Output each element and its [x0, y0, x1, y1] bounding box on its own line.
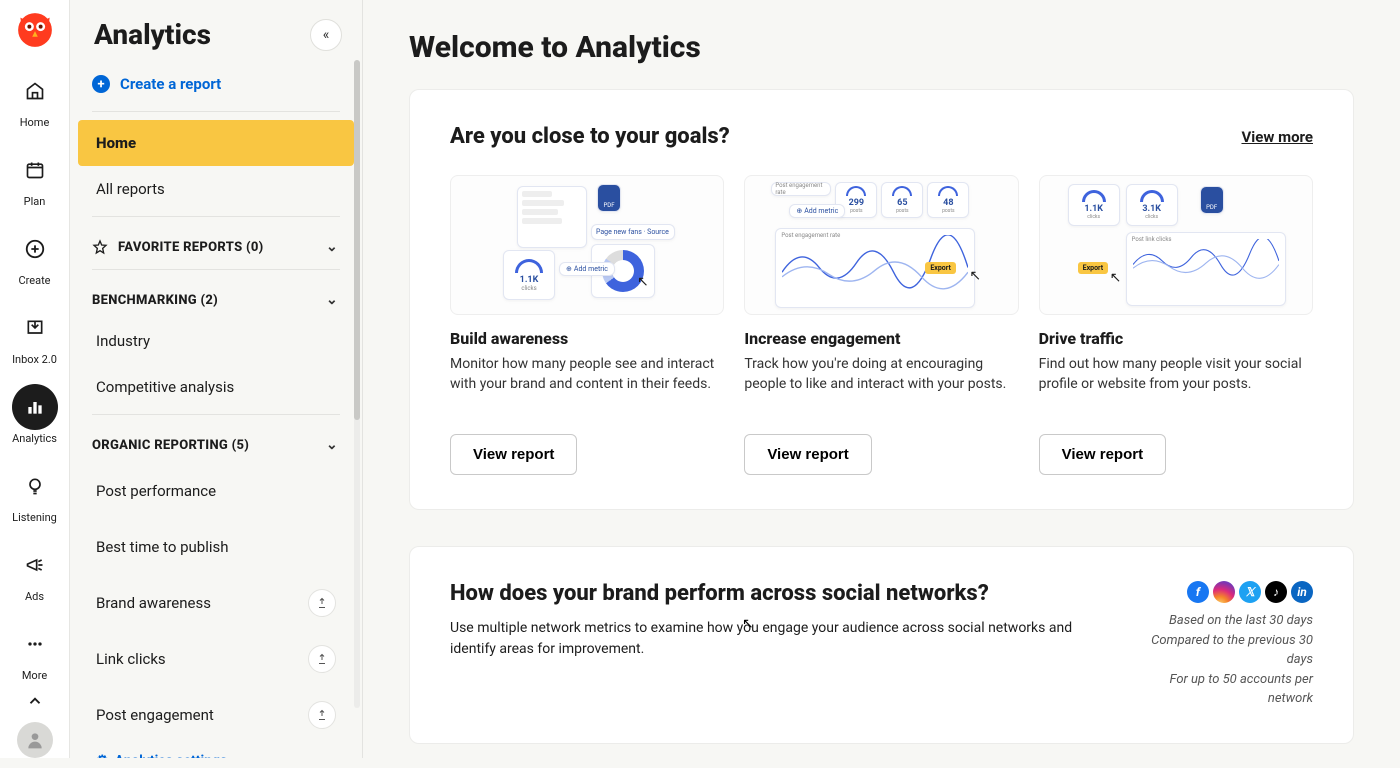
- sidebar-item-post-performance[interactable]: Post performance📌: [78, 463, 354, 519]
- megaphone-icon: [12, 542, 58, 588]
- card-title: Increase engagement: [744, 329, 1018, 348]
- gnav-label: Home: [20, 116, 50, 129]
- goals-heading: Are you close to your goals?: [450, 124, 730, 149]
- star-icon: [92, 239, 108, 255]
- calendar-icon: [12, 147, 58, 193]
- goal-card-traffic: 1.1Kclicks 3.1Kclicks PDF Post link clic…: [1039, 175, 1313, 475]
- meta-line: Compared to the previous 30 days: [1123, 631, 1313, 670]
- sidebar-item-post-engagement[interactable]: Post engagement: [78, 687, 354, 743]
- gnav-label: Listening: [12, 511, 57, 524]
- logo-owl[interactable]: [17, 12, 53, 48]
- home-icon: [12, 68, 58, 114]
- analytics-settings-link[interactable]: ⚙ Analytics settings: [78, 743, 354, 758]
- section-favorite-reports[interactable]: FAVORITE REPORTS (0) ⌄: [78, 225, 354, 265]
- card-desc: Track how you're doing at encouraging pe…: [744, 354, 1018, 422]
- gnav-home[interactable]: Home: [0, 60, 69, 139]
- create-report-label: Create a report: [120, 75, 221, 93]
- sidebar-item-competitive-analysis[interactable]: Competitive analysis: [78, 364, 354, 410]
- bulb-icon: [12, 463, 58, 509]
- gnav-label: Plan: [24, 195, 46, 208]
- analytics-sidebar: Analytics « + Create a report Home All r…: [70, 0, 363, 758]
- view-report-button[interactable]: View report: [1039, 434, 1166, 475]
- chevron-down-icon: ⌄: [326, 437, 338, 453]
- linkedin-icon: in: [1291, 581, 1313, 603]
- card-illustration: PDF Page new fans · Source 1.1Kclicks ⊕ …: [450, 175, 724, 315]
- pin-icon[interactable]: [308, 645, 336, 673]
- scrollbar-track[interactable]: [354, 60, 360, 708]
- create-report-button[interactable]: + Create a report: [78, 61, 354, 107]
- chevron-down-icon: ⌄: [326, 239, 338, 255]
- chevron-up-icon[interactable]: [26, 692, 44, 714]
- sidebar-item-brand-awareness[interactable]: Brand awareness: [78, 575, 354, 631]
- card-illustration: Post engagement rate 299posts 65posts 48…: [744, 175, 1018, 315]
- sidebar-title: Analytics: [94, 18, 211, 51]
- gnav-analytics[interactable]: Analytics: [0, 376, 69, 455]
- page-title: Welcome to Analytics: [409, 30, 1354, 65]
- meta-line: For up to 50 accounts per network: [1123, 670, 1313, 709]
- card-illustration: 1.1Kclicks 3.1Kclicks PDF Post link clic…: [1039, 175, 1313, 315]
- plus-icon: +: [92, 75, 110, 93]
- gear-icon: ⚙: [96, 753, 109, 758]
- view-report-button[interactable]: View report: [450, 434, 577, 475]
- sidebar-item-industry[interactable]: Industry: [78, 318, 354, 364]
- goal-card-engagement: Post engagement rate 299posts 65posts 48…: [744, 175, 1018, 475]
- scrollbar-thumb[interactable]: [354, 60, 360, 420]
- gnav-plan[interactable]: Plan: [0, 139, 69, 218]
- dots-icon: [12, 621, 58, 667]
- cursor-icon: ↖: [1110, 270, 1122, 286]
- sidebar-item-all-reports[interactable]: All reports: [78, 166, 354, 212]
- inbox-icon: [12, 305, 58, 351]
- view-report-button[interactable]: View report: [744, 434, 871, 475]
- gnav-label: More: [22, 669, 47, 682]
- twitter-icon: 𝕏: [1239, 581, 1261, 603]
- sidebar-item-link-clicks[interactable]: Link clicks: [78, 631, 354, 687]
- gnav-ads[interactable]: Ads: [0, 534, 69, 613]
- view-more-link[interactable]: View more: [1241, 128, 1313, 146]
- gnav-listening[interactable]: Listening: [0, 455, 69, 534]
- gnav-more[interactable]: More: [0, 613, 69, 692]
- collapse-sidebar-button[interactable]: «: [310, 19, 342, 51]
- brand-desc: Use multiple network metrics to examine …: [450, 618, 1083, 660]
- gnav-inbox[interactable]: Inbox 2.0: [0, 297, 69, 376]
- goals-panel: Are you close to your goals? View more P…: [409, 89, 1354, 510]
- meta-line: Based on the last 30 days: [1123, 611, 1313, 631]
- pin-icon[interactable]: [308, 701, 336, 729]
- chart-bar-icon: [12, 384, 58, 430]
- goal-card-awareness: PDF Page new fans · Source 1.1Kclicks ⊕ …: [450, 175, 724, 475]
- gnav-create[interactable]: Create: [0, 218, 69, 297]
- cursor-icon: ↖: [969, 268, 981, 284]
- sidebar-item-best-time[interactable]: Best time to publish📌: [78, 519, 354, 575]
- main-content: Welcome to Analytics Are you close to yo…: [363, 0, 1400, 758]
- instagram-icon: [1213, 581, 1235, 603]
- cursor-icon: ↖: [637, 274, 649, 290]
- card-title: Drive traffic: [1039, 329, 1313, 348]
- gnav-label: Inbox 2.0: [12, 353, 57, 366]
- brand-heading: How does your brand perform across socia…: [450, 581, 1083, 606]
- tiktok-icon: ♪: [1265, 581, 1287, 603]
- chevron-down-icon: ⌄: [326, 292, 338, 308]
- card-desc: Monitor how many people see and interact…: [450, 354, 724, 422]
- chevron-double-left-icon: «: [323, 27, 330, 43]
- avatar[interactable]: [17, 722, 53, 758]
- card-desc: Find out how many people visit your soci…: [1039, 354, 1313, 422]
- gnav-label: Create: [18, 274, 50, 287]
- global-nav: Home Plan Create Inbox 2.0 Analytics Lis…: [0, 0, 70, 758]
- export-badge: Export: [925, 262, 956, 274]
- social-icons: f 𝕏 ♪ in: [1123, 581, 1313, 603]
- card-title: Build awareness: [450, 329, 724, 348]
- sidebar-item-home[interactable]: Home: [78, 120, 354, 166]
- gnav-label: Ads: [25, 590, 44, 603]
- pin-icon[interactable]: [308, 589, 336, 617]
- facebook-icon: f: [1187, 581, 1209, 603]
- section-benchmarking[interactable]: BENCHMARKING (2) ⌄: [78, 278, 354, 318]
- brand-performance-panel: How does your brand perform across socia…: [409, 546, 1354, 744]
- export-badge: Export: [1078, 262, 1109, 274]
- section-organic-reporting[interactable]: ORGANIC REPORTING (5) ⌄: [78, 423, 354, 463]
- plus-circle-icon: [12, 226, 58, 272]
- gnav-label: Analytics: [12, 432, 57, 445]
